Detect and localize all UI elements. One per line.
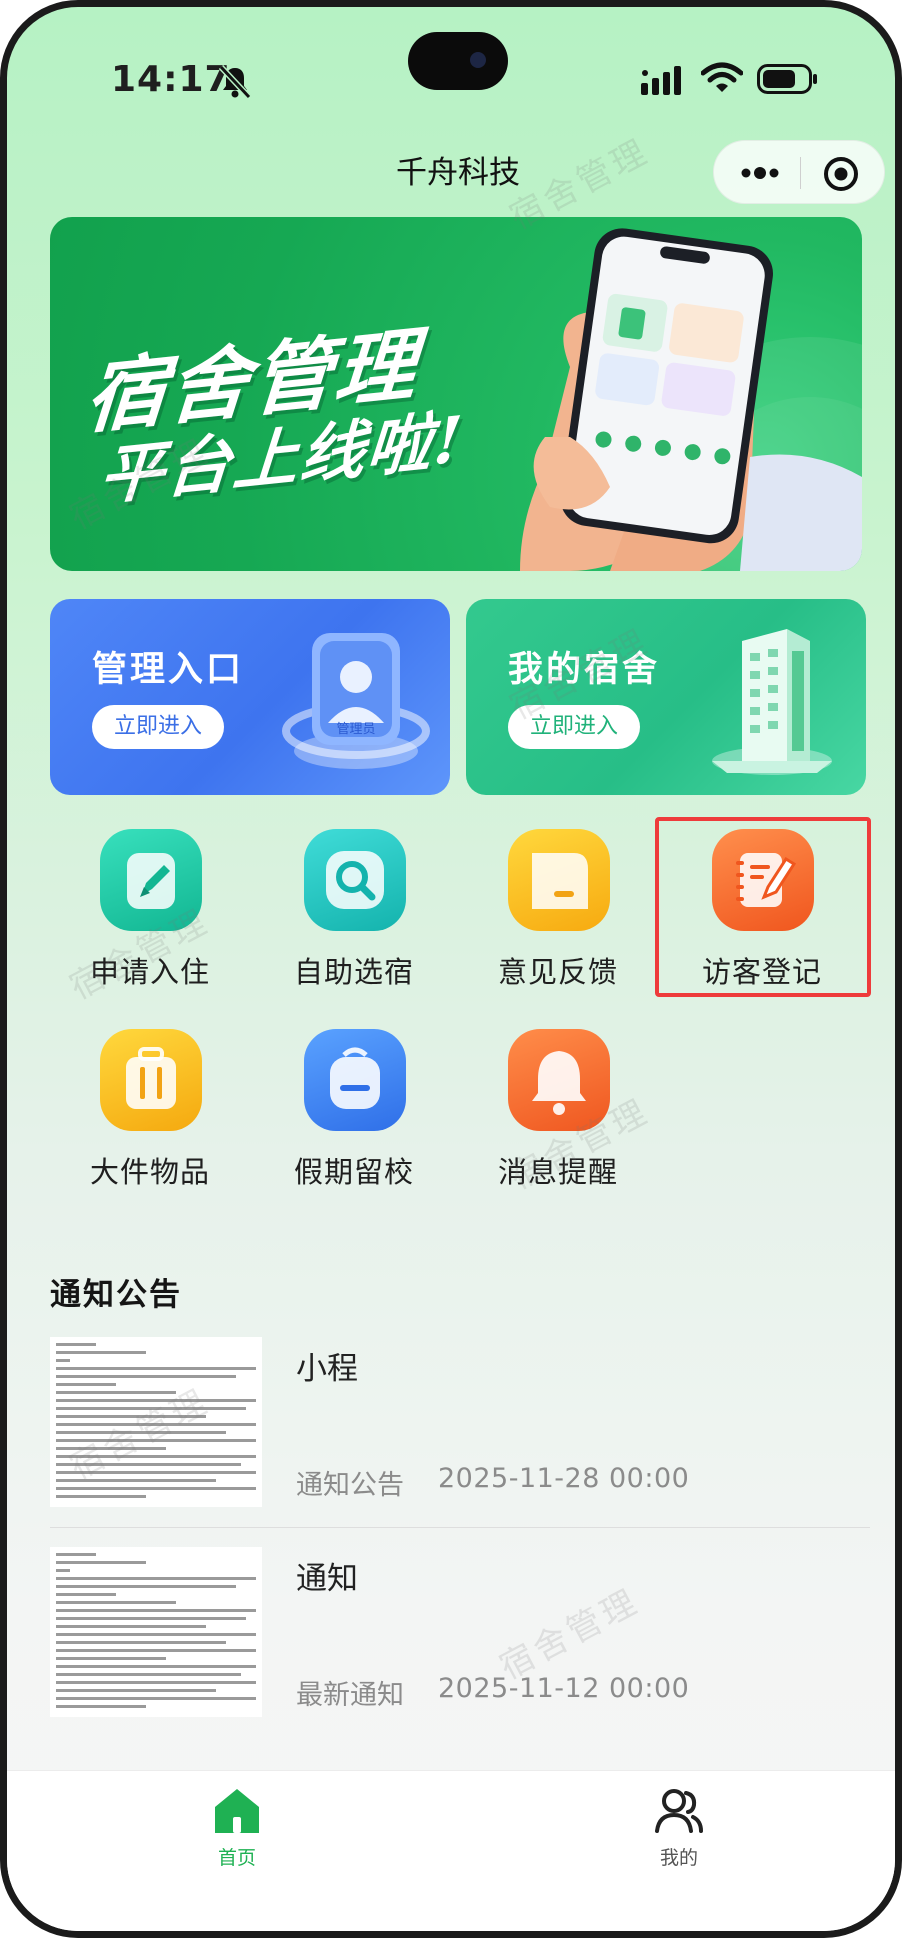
notice-thumbnail: [50, 1547, 262, 1717]
grid-label: 假期留校: [293, 1155, 414, 1189]
notice-date: 2025-11-12 00:00: [438, 1673, 690, 1704]
grid-label: 申请入住: [89, 955, 210, 989]
notice-title: 通知: [296, 1561, 358, 1597]
dynamic-island: [408, 32, 508, 90]
tab-mine[interactable]: 我的: [619, 1785, 739, 1895]
edit-icon: [100, 829, 202, 931]
grid-label: 大件物品: [89, 1155, 210, 1189]
grid-label: 意见反馈: [497, 955, 618, 989]
luggage-icon: [100, 1029, 202, 1131]
bottom-tab-bar: 首页 我的: [7, 1770, 895, 1931]
notice-item[interactable]: 小程 通知公告 2025-11-28 00:00: [50, 1337, 870, 1537]
bell-icon: [508, 1029, 610, 1131]
admin-badge-icon: 管理员: [282, 633, 430, 769]
home-icon: [215, 1789, 259, 1833]
promo-banner[interactable]: 宿舍管理 平台上线啦!: [50, 217, 862, 571]
tab-mine-label: 我的: [659, 1847, 698, 1869]
wifi-icon: [701, 62, 743, 92]
search-icon: [304, 829, 406, 931]
admin-entry-card[interactable]: 管理入口 立即进入 管理员: [50, 599, 450, 795]
admin-entry-title: 管理入口: [92, 650, 245, 690]
feedback-icon: [508, 829, 610, 931]
grid-feedback[interactable]: 意见反馈: [483, 829, 633, 999]
battery-icon: [757, 64, 817, 94]
more-icon[interactable]: [736, 159, 784, 187]
notice-title: 小程: [296, 1351, 358, 1387]
building-icon: [712, 629, 832, 775]
phone-frame: 14:17 千舟科技 宿舍管理 平台上线啦! 管理入口 立即进入 管理员 我的宿…: [0, 0, 902, 1938]
notices-section-title: 通知公告: [50, 1277, 182, 1313]
notice-thumbnail: [50, 1337, 262, 1507]
close-target-icon[interactable]: [822, 155, 860, 193]
notice-category: 通知公告: [296, 1470, 404, 1501]
tab-home[interactable]: 首页: [177, 1785, 297, 1895]
my-dorm-enter-button[interactable]: 立即进入: [508, 705, 640, 749]
status-time: 14:17: [111, 59, 231, 100]
notice-divider: [50, 1527, 870, 1528]
highlight-box: [655, 817, 871, 997]
backpack-icon: [304, 1029, 406, 1131]
my-dorm-card[interactable]: 我的宿舍 立即进入: [466, 599, 866, 795]
miniprogram-capsule: [713, 140, 885, 204]
user-icon: [655, 1789, 703, 1833]
grid-label: 消息提醒: [497, 1155, 618, 1189]
grid-message-reminder[interactable]: 消息提醒: [483, 1029, 633, 1199]
my-dorm-title: 我的宿舍: [508, 650, 661, 690]
capsule-divider: [800, 157, 801, 189]
signal-icon: [641, 66, 681, 95]
grid-large-items[interactable]: 大件物品: [75, 1029, 225, 1199]
notice-date: 2025-11-28 00:00: [438, 1463, 690, 1494]
tab-home-label: 首页: [217, 1847, 256, 1869]
admin-badge-text: 管理员: [336, 722, 375, 737]
grid-holiday-stay[interactable]: 假期留校: [279, 1029, 429, 1199]
grid-label: 自助选宿: [293, 955, 414, 989]
grid-apply-checkin[interactable]: 申请入住: [75, 829, 225, 999]
bell-off-icon: [218, 65, 252, 99]
status-bar: 14:17: [7, 7, 895, 157]
notice-item[interactable]: 通知 最新通知 2025-11-12 00:00: [50, 1547, 870, 1747]
grid-self-select[interactable]: 自助选宿: [279, 829, 429, 999]
notice-category: 最新通知: [296, 1680, 404, 1711]
admin-enter-button[interactable]: 立即进入: [92, 705, 224, 749]
